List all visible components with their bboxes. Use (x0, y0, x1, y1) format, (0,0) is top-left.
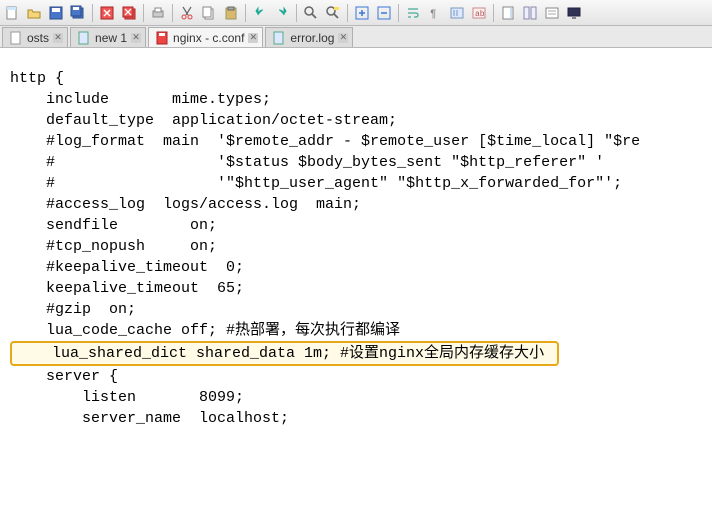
monitor-icon[interactable] (564, 3, 584, 23)
code-line: lua_code_cache off; #热部署，每次执行都编译 (10, 320, 712, 341)
tab-error-log[interactable]: error.log ✕ (265, 27, 353, 47)
language-icon[interactable]: ab (469, 3, 489, 23)
folder-tree-icon[interactable] (542, 3, 562, 23)
func-list-icon[interactable] (520, 3, 540, 23)
zoom-out-icon[interactable] (374, 3, 394, 23)
toolbar-separator (172, 4, 173, 22)
tab-label: error.log (290, 31, 334, 45)
code-line: keepalive_timeout 65; (10, 278, 712, 299)
code-line: default_type application/octet-stream; (10, 110, 712, 131)
tab-nginx-conf[interactable]: nginx - c.conf ✕ (148, 27, 263, 47)
tab-label: osts (27, 31, 49, 45)
tab-bar: osts ✕ new 1 ✕ nginx - c.conf ✕ error.lo… (0, 26, 712, 48)
code-line: # '"$http_user_agent" "$http_x_forwarded… (10, 173, 712, 194)
code-line: #keepalive_timeout 0; (10, 257, 712, 278)
code-line: # '$status $body_bytes_sent "$http_refer… (10, 152, 712, 173)
toolbar-separator (92, 4, 93, 22)
save-all-icon[interactable] (68, 3, 88, 23)
svg-text:¶: ¶ (430, 9, 437, 21)
save-icon[interactable] (46, 3, 66, 23)
code-line: #tcp_nopush on; (10, 236, 712, 257)
tab-close-icon[interactable]: ✕ (338, 33, 348, 43)
replace-icon[interactable] (323, 3, 343, 23)
highlighted-text: lua_shared_dict shared_data 1m; #设置nginx… (10, 341, 559, 366)
code-line: server { (10, 366, 712, 387)
paste-icon[interactable] (221, 3, 241, 23)
open-icon[interactable] (24, 3, 44, 23)
close-all-icon[interactable] (119, 3, 139, 23)
show-all-chars-icon[interactable]: ¶ (425, 3, 445, 23)
redo-icon[interactable] (272, 3, 292, 23)
code-line: http { (10, 68, 712, 89)
wrap-icon[interactable] (403, 3, 423, 23)
code-line: server_name localhost; (10, 408, 712, 429)
editor-area[interactable]: http { include mime.types; default_type … (0, 48, 712, 429)
close-icon[interactable] (97, 3, 117, 23)
tab-label: new 1 (95, 31, 127, 45)
main-toolbar: ¶ ab (0, 0, 712, 26)
code-line: sendfile on; (10, 215, 712, 236)
cut-icon[interactable] (177, 3, 197, 23)
undo-icon[interactable] (250, 3, 270, 23)
toolbar-separator (347, 4, 348, 22)
code-line: listen 8099; (10, 387, 712, 408)
code-line: #log_format main '$remote_addr - $remote… (10, 131, 712, 152)
tab-close-icon[interactable]: ✕ (131, 33, 141, 43)
disk-red-icon (155, 31, 169, 45)
tab-close-icon[interactable]: ✕ (53, 33, 63, 43)
svg-text:ab: ab (475, 10, 485, 19)
new-file-icon[interactable] (2, 3, 22, 23)
code-highlight-line: lua_shared_dict shared_data 1m; #设置nginx… (10, 341, 712, 366)
tab-label: nginx - c.conf (173, 31, 244, 45)
file-blue-icon (272, 31, 286, 45)
zoom-in-icon[interactable] (352, 3, 372, 23)
toolbar-separator (245, 4, 246, 22)
toolbar-separator (296, 4, 297, 22)
indent-guide-icon[interactable] (447, 3, 467, 23)
file-blue-icon (77, 31, 91, 45)
code-line: include mime.types; (10, 89, 712, 110)
find-icon[interactable] (301, 3, 321, 23)
doc-map-icon[interactable] (498, 3, 518, 23)
file-icon (9, 31, 23, 45)
tab-hosts[interactable]: osts ✕ (2, 27, 68, 47)
print-icon[interactable] (148, 3, 168, 23)
code-line: #access_log logs/access.log main; (10, 194, 712, 215)
toolbar-separator (493, 4, 494, 22)
toolbar-separator (398, 4, 399, 22)
toolbar-separator (143, 4, 144, 22)
code-line: #gzip on; (10, 299, 712, 320)
tab-close-icon[interactable]: ✕ (248, 33, 258, 43)
copy-icon[interactable] (199, 3, 219, 23)
tab-new1[interactable]: new 1 ✕ (70, 27, 146, 47)
